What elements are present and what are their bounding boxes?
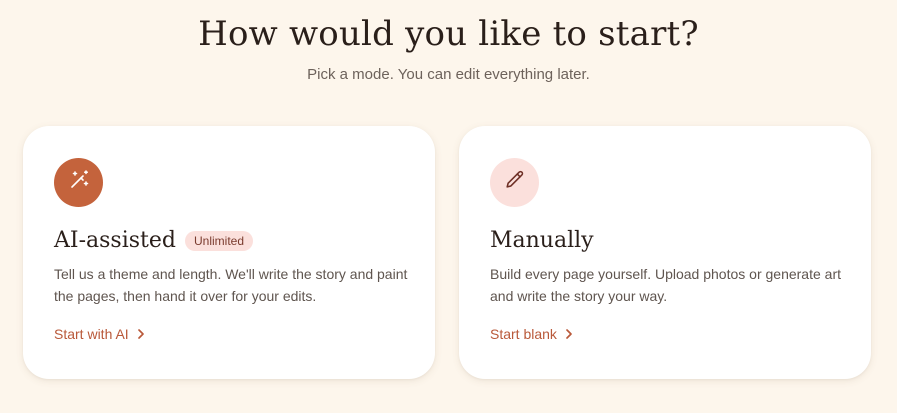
magic-wand-icon bbox=[67, 168, 91, 197]
ai-card-description: Tell us a theme and length. We'll write … bbox=[54, 266, 408, 304]
start-blank-link[interactable]: Start blank bbox=[490, 326, 573, 342]
manual-icon-circle bbox=[490, 158, 539, 207]
manual-card-heading: Manually bbox=[490, 228, 594, 253]
ai-assisted-card[interactable]: AI-assisted Unlimited Tell us a theme an… bbox=[23, 126, 435, 379]
page-subtitle: Pick a mode. You can edit everything lat… bbox=[307, 66, 590, 83]
manual-card-description: Build every page yourself. Upload photos… bbox=[490, 266, 841, 304]
mode-picker: How would you like to start? Pick a mode… bbox=[0, 0, 897, 413]
manual-card-title: Manually bbox=[490, 228, 594, 253]
page-title: How would you like to start? bbox=[198, 14, 699, 54]
start-blank-label: Start blank bbox=[490, 326, 557, 342]
chevron-right-icon bbox=[137, 328, 145, 340]
manual-card[interactable]: Manually Build every page yourself. Uplo… bbox=[459, 126, 871, 379]
chevron-right-icon bbox=[565, 328, 573, 340]
ai-card-title: AI-assisted bbox=[54, 228, 176, 253]
unlimited-badge: Unlimited bbox=[184, 230, 253, 251]
start-with-ai-link[interactable]: Start with AI bbox=[54, 326, 145, 342]
ai-icon-circle bbox=[54, 158, 103, 207]
pencil-icon bbox=[504, 169, 526, 196]
ai-card-heading: AI-assisted Unlimited bbox=[54, 228, 253, 253]
start-with-ai-label: Start with AI bbox=[54, 326, 129, 342]
